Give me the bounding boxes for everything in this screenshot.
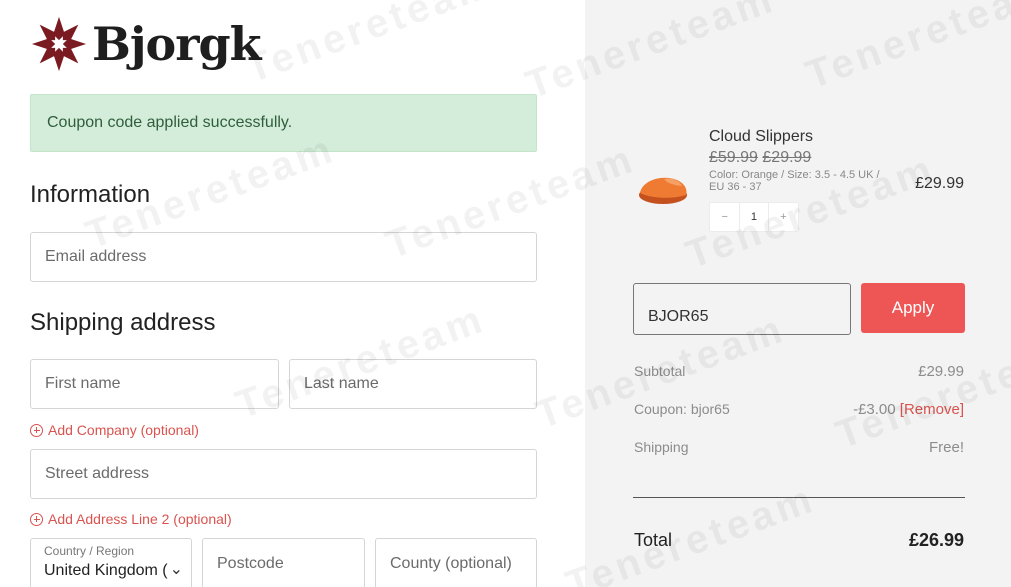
alert-message: Coupon code applied successfully. bbox=[47, 114, 293, 131]
quantity-stepper[interactable]: − 1 + bbox=[709, 202, 799, 232]
product-name: Cloud Slippers bbox=[709, 128, 814, 145]
coupon-field[interactable] bbox=[633, 283, 851, 335]
coupon-discount-group: -£3.00 [Remove] bbox=[853, 401, 964, 418]
brand-logo[interactable]: Bjorgk bbox=[30, 14, 261, 74]
remove-coupon-link[interactable]: [Remove] bbox=[900, 401, 964, 418]
county-input[interactable] bbox=[390, 555, 522, 573]
quantity-value[interactable]: 1 bbox=[739, 202, 769, 232]
product-old-price: £59.99 bbox=[709, 149, 758, 166]
information-heading: Information bbox=[30, 181, 151, 208]
country-value: United Kingdom ( bbox=[44, 562, 168, 579]
coupon-success-alert: Coupon code applied successfully. bbox=[30, 94, 537, 152]
country-select[interactable]: Country / Region United Kingdom ( ⌄ bbox=[30, 538, 192, 587]
add-address-line2-label: Add Address Line 2 (optional) bbox=[48, 511, 232, 527]
product-variant-meta: Color: Orange / Size: 3.5 - 4.5 UK / EU … bbox=[709, 169, 880, 193]
add-address-line2-link[interactable]: Add Address Line 2 (optional) bbox=[30, 511, 232, 527]
first-name-input[interactable] bbox=[45, 375, 264, 393]
plus-circle-icon bbox=[30, 423, 43, 437]
street-address-field[interactable] bbox=[30, 449, 537, 499]
subtotal-row: Subtotal £29.99 bbox=[634, 363, 964, 380]
coupon-discount: -£3.00 bbox=[853, 401, 896, 418]
quantity-decrease-button[interactable]: − bbox=[710, 211, 739, 223]
coupon-label: Coupon: bjor65 bbox=[634, 401, 730, 417]
postcode-input[interactable] bbox=[217, 555, 350, 573]
shipping-row: Shipping Free! bbox=[634, 439, 964, 456]
last-name-field[interactable] bbox=[289, 359, 537, 409]
coupon-row: Coupon: bjor65 -£3.00 [Remove] bbox=[634, 401, 964, 418]
subtotal-value: £29.99 bbox=[918, 363, 964, 380]
first-name-field[interactable] bbox=[30, 359, 279, 409]
product-line-price: £29.99 bbox=[915, 175, 964, 192]
summary-divider bbox=[633, 497, 965, 498]
add-company-label: Add Company (optional) bbox=[48, 422, 199, 438]
country-label: Country / Region bbox=[44, 544, 135, 558]
last-name-input[interactable] bbox=[304, 375, 522, 393]
county-field[interactable] bbox=[375, 538, 537, 587]
total-value: £26.99 bbox=[908, 530, 964, 550]
total-row: Total £26.99 bbox=[634, 530, 964, 551]
product-sale-price: £29.99 bbox=[762, 149, 812, 166]
brand-name: Bjorgk bbox=[92, 17, 261, 71]
product-prices: £59.99 £29.99 bbox=[709, 149, 811, 167]
shipping-heading: Shipping address bbox=[30, 309, 216, 336]
subtotal-label: Subtotal bbox=[634, 363, 686, 379]
brand-star-icon bbox=[31, 16, 87, 72]
quantity-increase-button[interactable]: + bbox=[769, 211, 798, 223]
postcode-field[interactable] bbox=[202, 538, 365, 587]
checkout-form-panel: Bjorgk Coupon code applied successfully.… bbox=[0, 0, 585, 587]
chevron-down-icon: ⌄ bbox=[169, 561, 183, 578]
email-input[interactable] bbox=[45, 248, 522, 266]
shipping-label: Shipping bbox=[634, 439, 689, 455]
plus-circle-icon bbox=[30, 512, 43, 526]
add-company-link[interactable]: Add Company (optional) bbox=[30, 422, 199, 438]
coupon-input[interactable] bbox=[648, 308, 836, 326]
total-label: Total bbox=[634, 530, 673, 550]
street-address-input[interactable] bbox=[45, 465, 522, 483]
shipping-value: Free! bbox=[928, 439, 964, 456]
apply-coupon-button[interactable]: Apply bbox=[861, 283, 965, 333]
email-field[interactable] bbox=[30, 232, 537, 282]
slipper-product-image bbox=[639, 177, 687, 204]
